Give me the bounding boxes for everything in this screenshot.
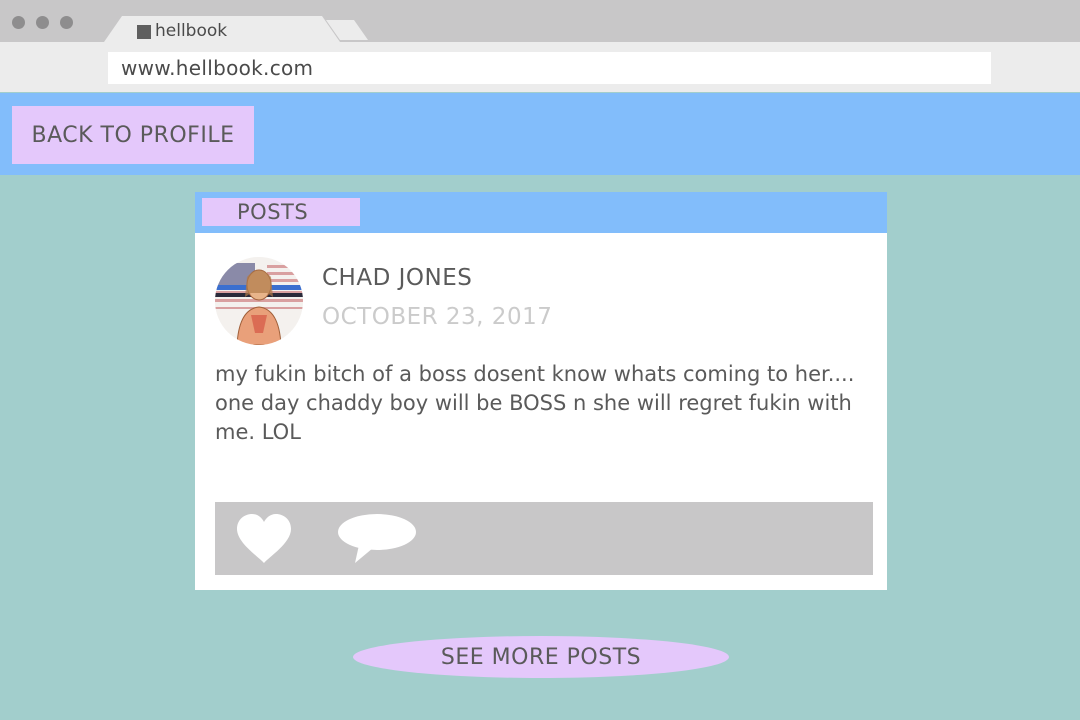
see-more-posts-button[interactable]: SEE MORE POSTS <box>353 636 729 678</box>
post-author[interactable]: CHAD JONES <box>322 265 472 291</box>
comment-button[interactable] <box>337 513 417 565</box>
avatar[interactable] <box>215 257 303 345</box>
address-bar[interactable]: www.hellbook.com <box>108 52 991 84</box>
like-button[interactable] <box>235 513 293 565</box>
posts-title: POSTS <box>202 198 360 226</box>
window-minimize-dot[interactable] <box>36 16 49 29</box>
tab-title: hellbook <box>155 21 228 41</box>
post-date: OCTOBER 23, 2017 <box>322 304 553 330</box>
window-maximize-dot[interactable] <box>60 16 73 29</box>
posts-card: POSTS CHAD JONES OCTOBER 23, 2017 my fuk… <box>195 192 887 590</box>
back-to-profile-button[interactable]: BACK TO PROFILE <box>12 106 254 164</box>
url-text: www.hellbook.com <box>121 56 314 80</box>
speech-bubble-icon <box>338 514 416 563</box>
heart-icon <box>237 514 291 563</box>
posts-card-header: POSTS <box>195 192 887 233</box>
browser-tab-strip: hellbook <box>0 0 1080 42</box>
window-close-dot[interactable] <box>12 16 25 29</box>
avatar-image <box>215 257 303 345</box>
favicon-icon <box>137 25 151 39</box>
post-actions-bar <box>215 502 873 575</box>
browser-tab[interactable]: hellbook <box>104 16 340 42</box>
post-body: my fukin bitch of a boss dosent know wha… <box>215 362 855 444</box>
